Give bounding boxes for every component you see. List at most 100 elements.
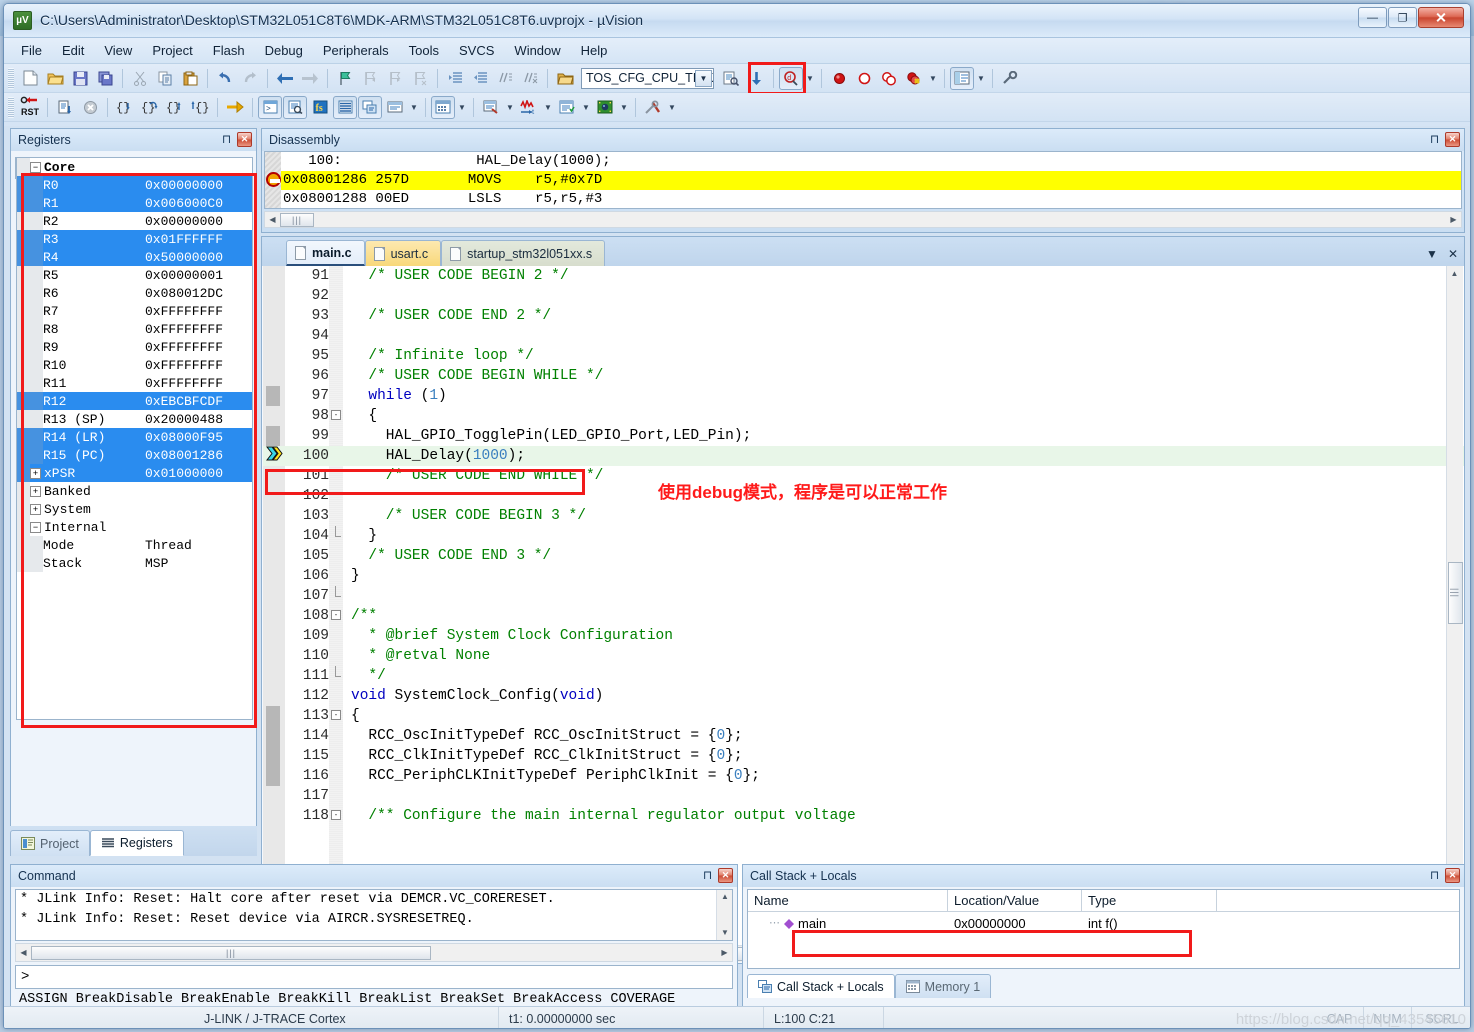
register-row[interactable]: R3 0x01FFFFFF <box>17 230 252 248</box>
fold-toggle-icon[interactable]: - <box>331 610 341 620</box>
chevron-down-icon[interactable]: ▼ <box>456 96 468 119</box>
close-icon[interactable]: ✕ <box>1445 868 1460 883</box>
open-folder-icon[interactable] <box>43 67 67 90</box>
scroll-right-icon[interactable]: ▶ <box>1446 215 1461 224</box>
scroll-down-icon[interactable]: ▼ <box>717 926 732 940</box>
menu-file[interactable]: File <box>12 40 51 61</box>
breakpoint-disable-all-icon[interactable] <box>877 67 901 90</box>
menu-peripherals[interactable]: Peripherals <box>314 40 398 61</box>
system-viewer-icon[interactable] <box>593 96 617 119</box>
code-area[interactable]: 91 /* USER CODE BEGIN 2 */ 92 93 /* USER C… <box>263 266 1464 826</box>
fold-toggle-icon[interactable]: - <box>331 410 341 420</box>
code-line[interactable]: 108-/** <box>263 606 1464 626</box>
pin-icon[interactable]: ⊓ <box>1427 132 1442 147</box>
chevron-down-icon[interactable]: ▼ <box>975 67 987 90</box>
code-line[interactable]: 114 RCC_OscInitTypeDef RCC_OscInitStruct… <box>263 726 1464 746</box>
scrollbar-thumb[interactable]: ||| <box>31 945 431 960</box>
scroll-up-icon[interactable]: ▲ <box>1447 266 1462 281</box>
code-line[interactable]: 96 /* USER CODE BEGIN WHILE */ <box>263 366 1464 386</box>
reset-icon[interactable]: RST <box>18 96 42 119</box>
code-line[interactable]: 106} <box>263 566 1464 586</box>
cut-icon[interactable] <box>128 67 152 90</box>
register-row[interactable]: R2 0x00000000 <box>17 212 252 230</box>
code-line[interactable]: 98- { <box>263 406 1464 426</box>
chevron-down-icon[interactable]: ▼ <box>927 67 939 90</box>
sidebar-tab-project[interactable]: Project <box>10 830 90 856</box>
pin-icon[interactable]: ⊓ <box>1427 868 1442 883</box>
chevron-down-icon[interactable]: ▼ <box>408 96 420 119</box>
code-line[interactable]: 117 <box>263 786 1464 806</box>
redo-icon[interactable] <box>238 67 262 90</box>
menu-view[interactable]: View <box>95 40 141 61</box>
pin-icon[interactable]: ⊓ <box>700 868 715 883</box>
analysis-window-icon[interactable]: t <box>517 96 541 119</box>
run-icon[interactable] <box>53 96 77 119</box>
disassembly-window-icon[interactable] <box>283 95 307 119</box>
register-row[interactable]: R0 0x00000000 <box>17 176 252 194</box>
fold-toggle-icon[interactable]: - <box>331 810 341 820</box>
disassembly-line[interactable]: 100: HAL_Delay(1000); <box>265 152 1461 171</box>
code-line[interactable]: 93 /* USER CODE END 2 */ <box>263 306 1464 326</box>
open-file-icon[interactable] <box>553 67 577 90</box>
register-row[interactable]: R14 (LR) 0x08000F95 <box>17 428 252 446</box>
register-group-system[interactable]: + System <box>17 500 252 518</box>
menu-project[interactable]: Project <box>143 40 201 61</box>
manage-components-icon[interactable]: d <box>779 66 803 90</box>
menu-svcs[interactable]: SVCS <box>450 40 503 61</box>
register-row[interactable]: R1 0x006000C0 <box>17 194 252 212</box>
outdent-icon[interactable] <box>468 67 492 90</box>
command-input[interactable]: > <box>15 965 733 989</box>
close-icon[interactable]: ✕ <box>237 132 252 147</box>
code-line[interactable]: 107 <box>263 586 1464 606</box>
register-row[interactable]: R12 0xEBCBFCDF <box>17 392 252 410</box>
scrollbar-thumb[interactable]: ||| <box>1448 562 1463 624</box>
registers-tree[interactable]: − Core R0 0x00000000 R1 0x006000C0 R2 0x0000000… <box>16 157 253 720</box>
code-line[interactable]: 118- /** Configure the main internal reg… <box>263 806 1464 826</box>
command-output[interactable]: * JLink Info: Reset: Halt core after res… <box>15 889 733 941</box>
fold-toggle-icon[interactable]: - <box>331 710 341 720</box>
tab-memory-1[interactable]: Memory 1 <box>894 974 992 998</box>
menu-debug[interactable]: Debug <box>256 40 312 61</box>
stop-icon[interactable] <box>78 96 102 119</box>
close-button[interactable]: ✕ <box>1418 7 1464 28</box>
forward-icon[interactable] <box>298 67 322 90</box>
toolbar-grip[interactable] <box>8 96 14 118</box>
save-all-icon[interactable] <box>93 67 117 90</box>
configuration-wizard-icon[interactable] <box>950 66 974 90</box>
register-row[interactable]: R4 0x50000000 <box>17 248 252 266</box>
new-file-icon[interactable] <box>18 67 42 90</box>
code-line[interactable]: 95 /* Infinite loop */ <box>263 346 1464 366</box>
scroll-left-icon[interactable]: ◀ <box>265 215 280 224</box>
tools-wrench-icon[interactable] <box>998 67 1022 90</box>
register-row[interactable]: Mode Thread <box>17 536 252 554</box>
step-icon[interactable]: {} <box>113 96 137 119</box>
memory-window-icon[interactable] <box>431 95 455 119</box>
chevron-down-icon[interactable]: ▼ <box>580 96 592 119</box>
register-row[interactable]: R10 0xFFFFFFFF <box>17 356 252 374</box>
scrollbar-thumb[interactable]: ||| <box>280 212 314 227</box>
chevron-down-icon[interactable]: ▼ <box>504 96 516 119</box>
breakpoint-disable-icon[interactable] <box>852 67 876 90</box>
breakpoint-insert-icon[interactable] <box>827 67 851 90</box>
register-row[interactable]: + xPSR 0x01000000 <box>17 464 252 482</box>
indent-icon[interactable] <box>443 67 467 90</box>
menu-window[interactable]: Window <box>505 40 569 61</box>
close-icon[interactable]: ✕ <box>718 868 733 883</box>
register-row[interactable]: R6 0x080012DC <box>17 284 252 302</box>
sidebar-tab-registers[interactable]: Registers <box>89 830 184 856</box>
register-group-core[interactable]: − Core <box>17 158 252 176</box>
bookmark-prev-icon[interactable] <box>358 67 382 90</box>
command-window-icon[interactable]: > <box>258 95 282 119</box>
register-row[interactable]: R13 (SP) 0x20000488 <box>17 410 252 428</box>
code-line[interactable]: 116 RCC_PeriphCLKInitTypeDef PeriphClkIn… <box>263 766 1464 786</box>
pin-icon[interactable]: ⊓ <box>219 132 234 147</box>
menu-tools[interactable]: Tools <box>400 40 448 61</box>
call-stack-window-icon[interactable] <box>358 95 382 119</box>
editor-body[interactable]: 91 /* USER CODE BEGIN 2 */ 92 93 /* USER C… <box>263 266 1464 947</box>
code-line[interactable]: 115 RCC_ClkInitTypeDef RCC_ClkInitStruct… <box>263 746 1464 766</box>
maximize-button[interactable]: ❐ <box>1388 7 1417 28</box>
code-line[interactable]: 91 /* USER CODE BEGIN 2 */ <box>263 266 1464 286</box>
comment-icon[interactable] <box>493 67 517 90</box>
code-line[interactable]: 100 HAL_Delay(1000); <box>263 446 1464 466</box>
uncomment-icon[interactable] <box>518 67 542 90</box>
